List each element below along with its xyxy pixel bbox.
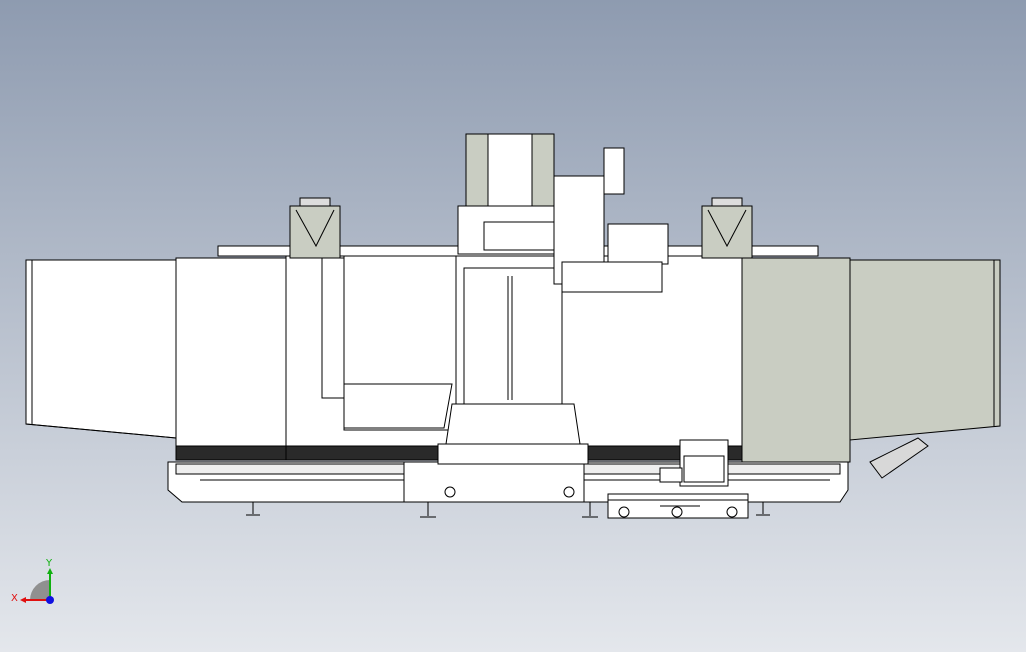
y-axis-label: Y <box>45 558 53 569</box>
left-dark-band <box>175 445 287 461</box>
x-axis-label: X <box>11 593 18 604</box>
left-enclosure-wing[interactable] <box>25 259 177 439</box>
main-enclosure[interactable] <box>285 247 743 465</box>
graphics-viewport[interactable]: X Y <box>0 0 1026 652</box>
right-side-panel <box>741 257 851 463</box>
left-filter-unit[interactable] <box>289 197 341 259</box>
left-side-panel <box>175 257 287 449</box>
z-axis-dot-icon <box>46 596 54 604</box>
right-filter-unit[interactable] <box>701 197 753 259</box>
cad-viewport-canvas[interactable]: X Y <box>0 0 1026 652</box>
chip-conveyor <box>607 493 749 519</box>
